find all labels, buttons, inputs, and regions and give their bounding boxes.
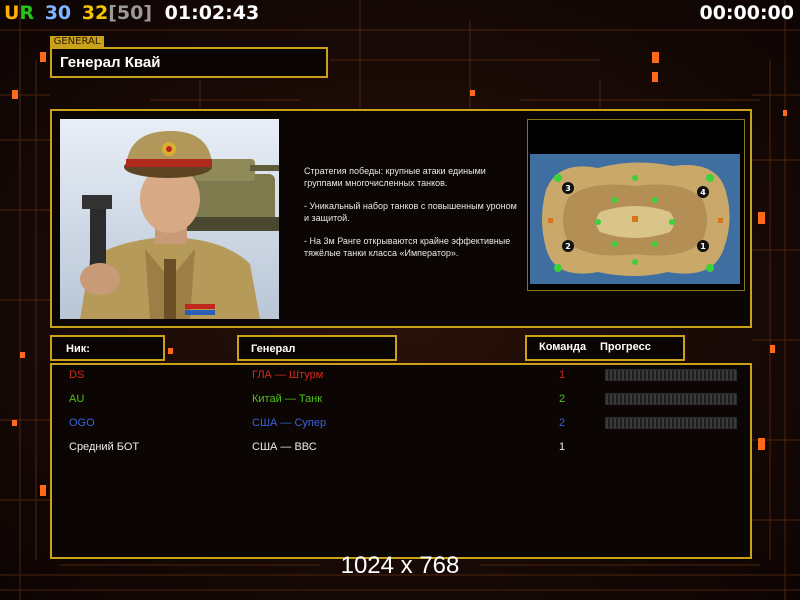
header-team-label: Команда — [539, 341, 587, 353]
header-general-label: Генерал — [251, 343, 296, 355]
description-line: - На 3м Ранге открываются крайне эффекти… — [304, 236, 511, 258]
player-row: DS ГЛА — Штурм 1 — [52, 365, 750, 387]
ur-label-r: R — [19, 2, 35, 24]
header-team-progress: Команда Прогресс — [525, 335, 685, 361]
description-line: - Уникальный набор танков с повышенным у… — [304, 201, 517, 223]
player-team: 2 — [559, 393, 566, 405]
player-general: США — ВВС — [252, 441, 317, 453]
fps-limit: [50] — [108, 2, 153, 24]
map-preview: 1 2 3 4 — [527, 119, 745, 291]
player-row: Средний БОТ США — ВВС 1 — [52, 437, 750, 459]
game-timer: 00:00:00 — [699, 2, 794, 24]
general-description: Стратегия победы: крупные атаки едиными … — [304, 165, 524, 270]
start-position-2: 2 — [565, 242, 571, 251]
player-team: 2 — [559, 417, 566, 429]
start-position-3: 3 — [565, 184, 571, 193]
header-nick-label: Ник: — [66, 343, 90, 355]
start-position-4: 4 — [700, 188, 706, 197]
player-nick: DS — [69, 369, 85, 381]
fps-average: 32 — [81, 2, 109, 24]
header-nick: Ник: — [50, 335, 165, 361]
fps-hud: UR 30 32[50] 01:02:43 — [4, 2, 259, 24]
player-row: OGO США — Супер 2 — [52, 413, 750, 435]
general-portrait — [60, 119, 279, 319]
real-clock: 01:02:43 — [164, 2, 260, 24]
player-general: Китай — Танк — [252, 393, 323, 405]
player-nick: Средний БОТ — [69, 441, 140, 453]
player-general: США — Супер — [252, 417, 327, 429]
general-name-box: Генерал Квай — [50, 47, 328, 78]
loading-progress-bar — [605, 417, 737, 429]
header-general: Генерал — [237, 335, 397, 361]
player-general: ГЛА — Штурм — [252, 369, 324, 381]
start-position-1: 1 — [700, 242, 706, 251]
resolution-label: 1024 x 768 — [340, 552, 460, 579]
header-progress-label: Прогресс — [600, 341, 651, 353]
loading-progress-bar — [605, 369, 737, 381]
loading-progress-bar — [605, 393, 737, 405]
player-nick: OGO — [69, 417, 95, 429]
description-line: Стратегия победы: крупные атаки едиными … — [304, 166, 486, 188]
player-team: 1 — [559, 369, 566, 381]
general-info-panel: Стратегия победы: крупные атаки едиными … — [50, 109, 752, 328]
general-name: Генерал Квай — [60, 54, 161, 71]
player-nick: AU — [69, 393, 85, 405]
ur-label-u: U — [4, 2, 20, 24]
players-table: DS ГЛА — Штурм 1 AU Китай — Танк 2 OGO С… — [50, 363, 752, 559]
player-team: 1 — [559, 441, 566, 453]
player-row: AU Китай — Танк 2 — [52, 389, 750, 411]
fps-current: 30 — [44, 2, 72, 24]
